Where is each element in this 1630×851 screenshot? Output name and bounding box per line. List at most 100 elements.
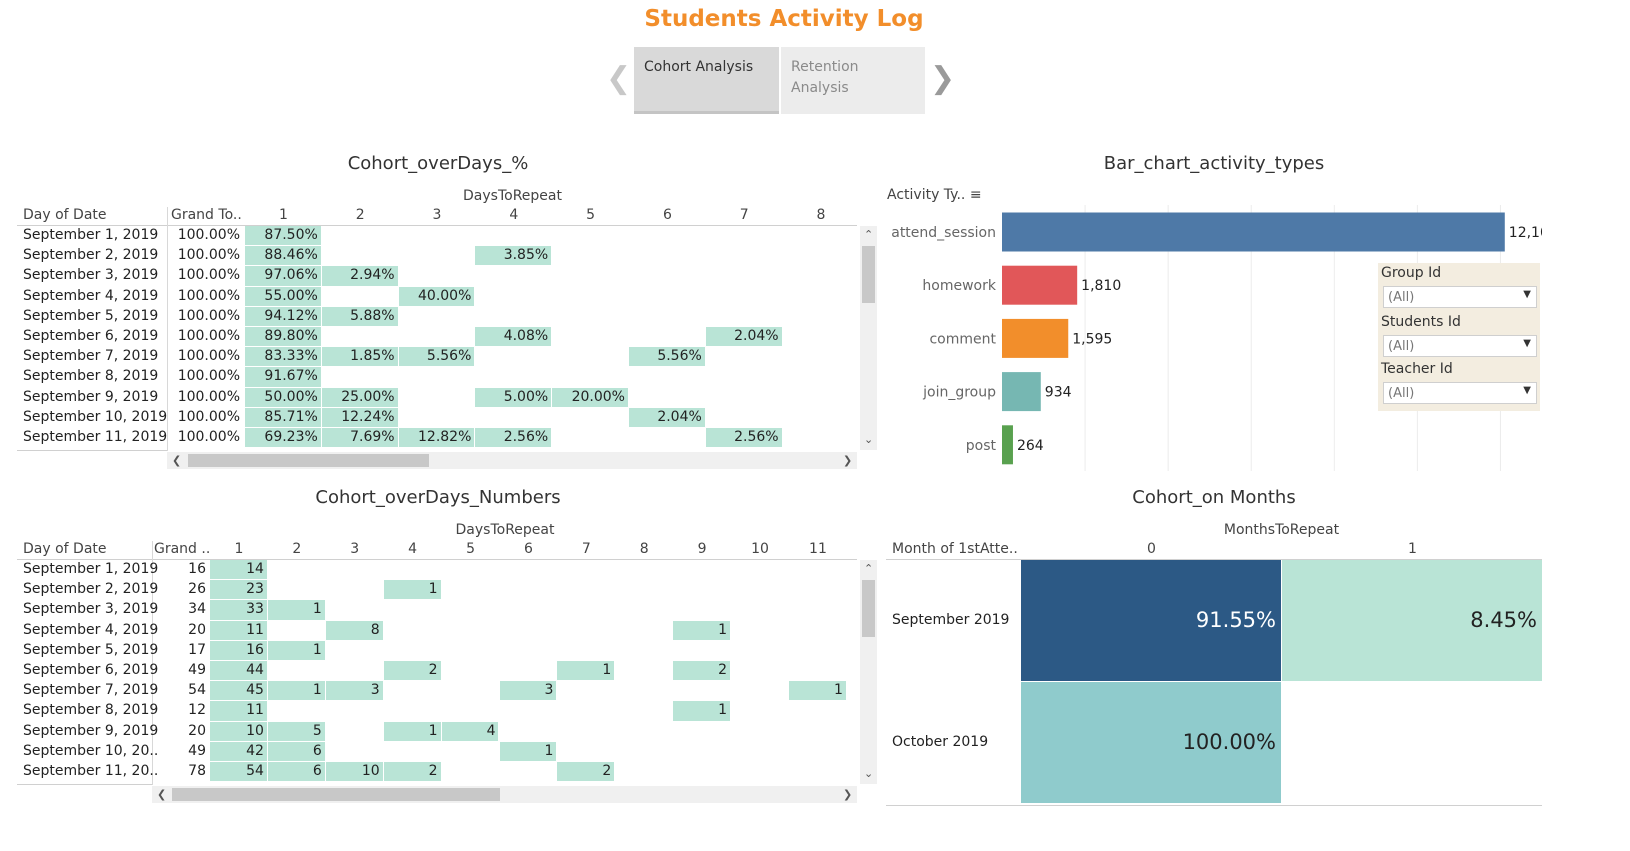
column-header: 12 — [847, 541, 860, 557]
bar-join_group[interactable] — [1002, 372, 1041, 412]
column-header: 3 — [350, 541, 360, 557]
cohort-pct-vscroll-thumb[interactable] — [862, 246, 875, 303]
row-label: September 10, 20.. — [23, 742, 159, 759]
column-header: 2 — [292, 541, 302, 557]
cohort-cell: 1 — [312, 682, 322, 699]
scroll-left-icon[interactable]: ❮ — [157, 788, 166, 801]
cohort-cell: 1 — [718, 621, 728, 638]
cohort-cell: 1 — [428, 581, 438, 598]
scroll-right-icon[interactable]: ❯ — [843, 788, 852, 801]
row-label: September 9, 2019 — [23, 722, 159, 739]
bottom-rule — [886, 805, 1542, 806]
scroll-down-icon[interactable]: ⌄ — [864, 767, 873, 780]
filter-value: (All) — [1388, 386, 1415, 401]
filter-dropdown[interactable]: (All) ▼ — [1383, 382, 1537, 404]
scroll-up-icon[interactable]: ⌃ — [864, 228, 873, 241]
bar-homework[interactable] — [1002, 265, 1078, 305]
bar-value-label: 934 — [1045, 385, 1072, 401]
sort-icon[interactable]: ≡ — [970, 187, 982, 203]
column-header: 1 — [234, 541, 244, 557]
filter-dropdown[interactable]: (All) ▼ — [1383, 335, 1537, 357]
chevron-down-icon[interactable]: ▼ — [1523, 385, 1531, 396]
column-header: 5 — [466, 541, 475, 557]
filter-value: (All) — [1388, 339, 1415, 354]
column-header: 6 — [523, 541, 533, 557]
filter-label: Students Id — [1381, 314, 1461, 330]
cohort-cell: 1 — [312, 601, 322, 618]
cohort-cell: 14 — [246, 561, 264, 577]
column-header: 7 — [581, 541, 591, 557]
grand-total-cell: 54 — [188, 682, 206, 699]
cohort-cell: 11 — [246, 702, 264, 719]
grand-total-cell: 26 — [188, 581, 206, 598]
story-next-arrow-icon[interactable]: ❯ — [930, 64, 955, 94]
cohort-cell: 1 — [544, 742, 554, 759]
grand-total-cell: 49 — [188, 742, 206, 759]
filter-value: (All) — [1388, 290, 1415, 305]
column-header: 10 — [751, 541, 769, 557]
cohort-cell: 2 — [602, 763, 612, 779]
chevron-down-icon[interactable]: ▼ — [1523, 338, 1531, 349]
bar-category-label: attend_session — [891, 225, 996, 241]
bar-category-label: comment — [929, 331, 996, 347]
column-header: 9 — [697, 541, 707, 557]
bar-value-label: 1,595 — [1072, 331, 1112, 347]
row-label: September 2, 2019 — [23, 581, 159, 598]
cohort-cell: 10 — [361, 763, 380, 779]
row-label: September 7, 2019 — [23, 682, 159, 699]
row-label: September 2019 — [892, 612, 1010, 628]
bar-post[interactable] — [1002, 425, 1013, 465]
grand-total-cell: 12 — [188, 702, 206, 719]
cohort-cell: 6 — [312, 742, 322, 759]
cohort-cell: 1 — [312, 641, 322, 658]
filter-dropdown[interactable]: (All) ▼ — [1383, 286, 1537, 308]
scroll-down-icon[interactable]: ⌄ — [864, 433, 873, 446]
heatmap-value: 8.45% — [1470, 608, 1537, 632]
cohort-cell: 8 — [370, 621, 380, 638]
bar-category-label: join_group — [922, 385, 996, 401]
row-label: September 3, 2019 — [23, 601, 159, 618]
cohort-cell: 3 — [370, 682, 380, 699]
bar-chart-axis-header: Activity Ty.. ≡ — [887, 187, 982, 203]
bar-comment[interactable] — [1002, 318, 1069, 358]
bar-value-label: 264 — [1017, 438, 1044, 454]
chevron-down-icon[interactable]: ▼ — [1523, 289, 1531, 300]
heatmap-value: 91.55% — [1195, 608, 1276, 632]
grand-total-cell: 34 — [188, 601, 206, 618]
cohort-months-column-group: MonthsToRepeat — [1223, 522, 1340, 538]
column-header: 11 — [809, 541, 827, 557]
cohort-num-vscroll-thumb[interactable] — [862, 580, 875, 637]
cohort-num-hscroll-thumb[interactable] — [172, 788, 500, 801]
cohort-cell: 2 — [718, 662, 728, 678]
cohort-cell: 45 — [246, 682, 264, 699]
cohort-cell: 1 — [602, 662, 612, 678]
grand-total-cell: 20 — [188, 722, 206, 739]
row-label: September 11, 20.. — [23, 763, 159, 779]
cohort-cell: 3 — [544, 682, 554, 699]
bar-value-label: 1,810 — [1081, 278, 1121, 294]
filter-label: Teacher Id — [1381, 361, 1453, 377]
cohort-cell: 1 — [833, 682, 843, 699]
cohort-cell: 4 — [486, 722, 496, 739]
column-header: 4 — [408, 541, 418, 557]
cohort-cell: 6 — [312, 763, 322, 779]
cohort-cell: 23 — [246, 581, 264, 598]
cohort-cell: 11 — [246, 621, 264, 638]
row-label: September 8, 2019 — [23, 702, 159, 719]
bar-attend_session[interactable] — [1002, 212, 1505, 252]
cohort-cell: 10 — [246, 722, 264, 739]
cohort-cell: 2 — [428, 763, 438, 779]
bar-category-label: homework — [922, 278, 996, 294]
cohort-cell: 1 — [428, 722, 438, 739]
cohort-months-row-header: Month of 1stAtte.. — [892, 541, 1018, 557]
grand-total-cell: 16 — [188, 561, 206, 577]
cohort-cell: 16 — [246, 641, 264, 658]
cohort-num-grid: 123456789101112September 1, 20191614Sept… — [0, 0, 860, 851]
cohort-cell: 2 — [428, 662, 438, 678]
column-header: 1 — [1408, 541, 1417, 557]
scroll-up-icon[interactable]: ⌃ — [864, 562, 873, 575]
grand-total-cell: 49 — [188, 662, 206, 678]
cohort-cell: 33 — [246, 601, 264, 618]
cohort-cell: 54 — [246, 763, 264, 779]
cohort-cell: 44 — [246, 662, 264, 678]
